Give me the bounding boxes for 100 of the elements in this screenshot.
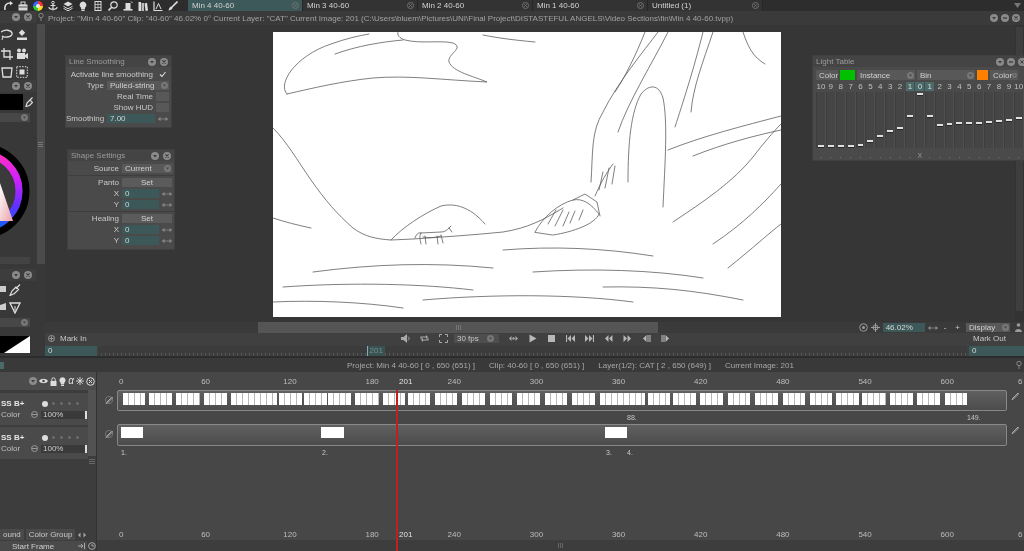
opacity-slider[interactable]	[944, 92, 955, 148]
layer-offset-toggle[interactable]: 7	[846, 82, 856, 91]
close-icon[interactable]	[1018, 57, 1024, 66]
opacity-slider[interactable]	[1013, 92, 1024, 148]
camera-icon[interactable]	[16, 47, 28, 60]
opacity-field[interactable]: 100%	[41, 444, 87, 453]
bounce-arrows-icon[interactable]	[509, 334, 518, 343]
opacity-slider[interactable]	[835, 92, 846, 148]
slider-handle[interactable]	[926, 115, 933, 118]
layers-icon[interactable]	[63, 0, 73, 11]
search-icon[interactable]	[108, 0, 118, 11]
slider-handle[interactable]	[847, 145, 854, 148]
number-field[interactable]: 0	[122, 225, 159, 234]
dot-icon[interactable]	[67, 435, 72, 440]
slider-handle[interactable]	[887, 129, 894, 132]
stop-icon[interactable]	[547, 334, 556, 343]
crop-icon[interactable]	[1, 47, 13, 60]
zoom-in-button[interactable]: +	[952, 323, 963, 332]
splitter-grip-icon[interactable]	[89, 459, 95, 464]
image-exposure[interactable]	[435, 393, 458, 405]
opacity-slider[interactable]	[1003, 92, 1014, 148]
close-icon[interactable]	[522, 2, 529, 9]
dot-icon[interactable]	[75, 401, 80, 406]
color-swatch[interactable]	[840, 70, 855, 80]
dropdown[interactable]: Pulled-string	[107, 81, 169, 90]
asterisk-icon[interactable]	[76, 377, 84, 385]
first-frame-icon[interactable]	[566, 334, 575, 343]
layer-offset-toggle[interactable]: 7	[984, 82, 994, 91]
number-field[interactable]: 0	[122, 200, 159, 209]
pin-icon[interactable]	[1016, 361, 1022, 369]
dropdown[interactable]	[0, 113, 30, 122]
slider-handle[interactable]	[1005, 119, 1012, 121]
opacity-slider[interactable]	[964, 92, 975, 148]
layer-offset-toggle[interactable]: 3	[885, 82, 895, 91]
opacity-slider[interactable]	[984, 92, 995, 148]
zoom-out-button[interactable]: -	[940, 323, 950, 332]
color-swatch[interactable]	[977, 70, 988, 80]
dot-icon[interactable]	[59, 435, 64, 440]
image-exposure[interactable]	[382, 393, 405, 405]
fps-dropdown[interactable]: 30 fps	[454, 334, 499, 343]
brush-icon[interactable]	[168, 0, 178, 11]
slider-handle[interactable]	[1015, 117, 1022, 120]
layer-offset-toggle[interactable]: 9	[826, 82, 836, 91]
image-exposure[interactable]	[203, 393, 227, 405]
dot-icon[interactable]	[42, 434, 48, 441]
layer-offset-toggle[interactable]: 8	[994, 82, 1004, 91]
opacity-slider[interactable]	[954, 92, 965, 148]
circled-cross-icon[interactable]	[86, 376, 95, 386]
close-icon[interactable]	[637, 2, 644, 9]
color-swatch[interactable]	[0, 94, 23, 110]
slider-handle[interactable]	[986, 121, 993, 124]
layer-offset-toggle[interactable]: 6	[856, 82, 865, 91]
loop-icon[interactable]	[420, 334, 429, 343]
document-tab[interactable]: Min 2 40-60	[418, 0, 533, 11]
frame-corners-icon[interactable]	[439, 334, 448, 343]
adjust-arrows-icon[interactable]	[927, 324, 938, 331]
dot-icon[interactable]	[67, 401, 72, 406]
scrollbar-thumb[interactable]	[88, 390, 96, 456]
close-icon[interactable]	[1012, 14, 1020, 22]
previous-frame-icon[interactable]	[642, 334, 651, 343]
set-button[interactable]: Set	[122, 213, 172, 223]
layer-offset-toggle[interactable]: 10	[816, 82, 826, 91]
books-icon[interactable]	[138, 0, 148, 11]
layer-offset-toggle[interactable]: 10	[1014, 82, 1024, 91]
close-icon[interactable]	[160, 57, 168, 66]
circled-minus-icon[interactable]	[31, 411, 38, 418]
dot-icon[interactable]	[75, 435, 80, 440]
adjust-arrows-icon[interactable]	[162, 237, 172, 244]
image-exposure[interactable]	[148, 393, 172, 405]
pencil-icon[interactable]	[105, 430, 113, 438]
collapse-icon[interactable]	[990, 14, 998, 22]
curved-arrow-icon[interactable]	[3, 0, 13, 11]
opacity-slider[interactable]	[885, 92, 896, 148]
crosshair-icon[interactable]	[870, 323, 880, 332]
anchor-icon[interactable]	[48, 0, 58, 11]
speaker-icon[interactable]	[401, 334, 410, 343]
slider-handle[interactable]	[936, 123, 943, 126]
minimize-icon[interactable]	[1001, 14, 1009, 22]
collapse-icon[interactable]	[148, 57, 156, 66]
target-icon[interactable]	[858, 323, 868, 332]
opacity-slider[interactable]	[825, 92, 836, 148]
slider-handle[interactable]	[857, 144, 864, 147]
image-exposure[interactable]	[673, 393, 697, 405]
layer-offset-toggle[interactable]: 4	[954, 82, 964, 91]
display-dropdown[interactable]: Display	[966, 323, 1010, 332]
pin-icon[interactable]	[37, 13, 44, 21]
layer-row[interactable]: SS B+ Color 100%	[0, 393, 88, 425]
expand-arrows-icon[interactable]	[78, 531, 87, 538]
document-tab[interactable]: Min 3 40-60	[303, 0, 418, 11]
opacity-slider[interactable]	[914, 92, 925, 148]
layer-offset-toggle[interactable]: 2	[895, 82, 905, 91]
layer-offset-toggle[interactable]: 9	[1004, 82, 1014, 91]
layer-offset-toggle[interactable]: 1	[905, 82, 915, 91]
dot-icon[interactable]	[51, 435, 56, 440]
dropdown[interactable]: Color	[990, 70, 1018, 80]
opacity-slider[interactable]	[924, 92, 935, 148]
dropdown[interactable]: Current	[122, 164, 172, 173]
adjust-arrows-icon[interactable]	[158, 115, 168, 122]
person-icon[interactable]	[1015, 323, 1022, 332]
opacity-slider[interactable]	[816, 92, 826, 148]
